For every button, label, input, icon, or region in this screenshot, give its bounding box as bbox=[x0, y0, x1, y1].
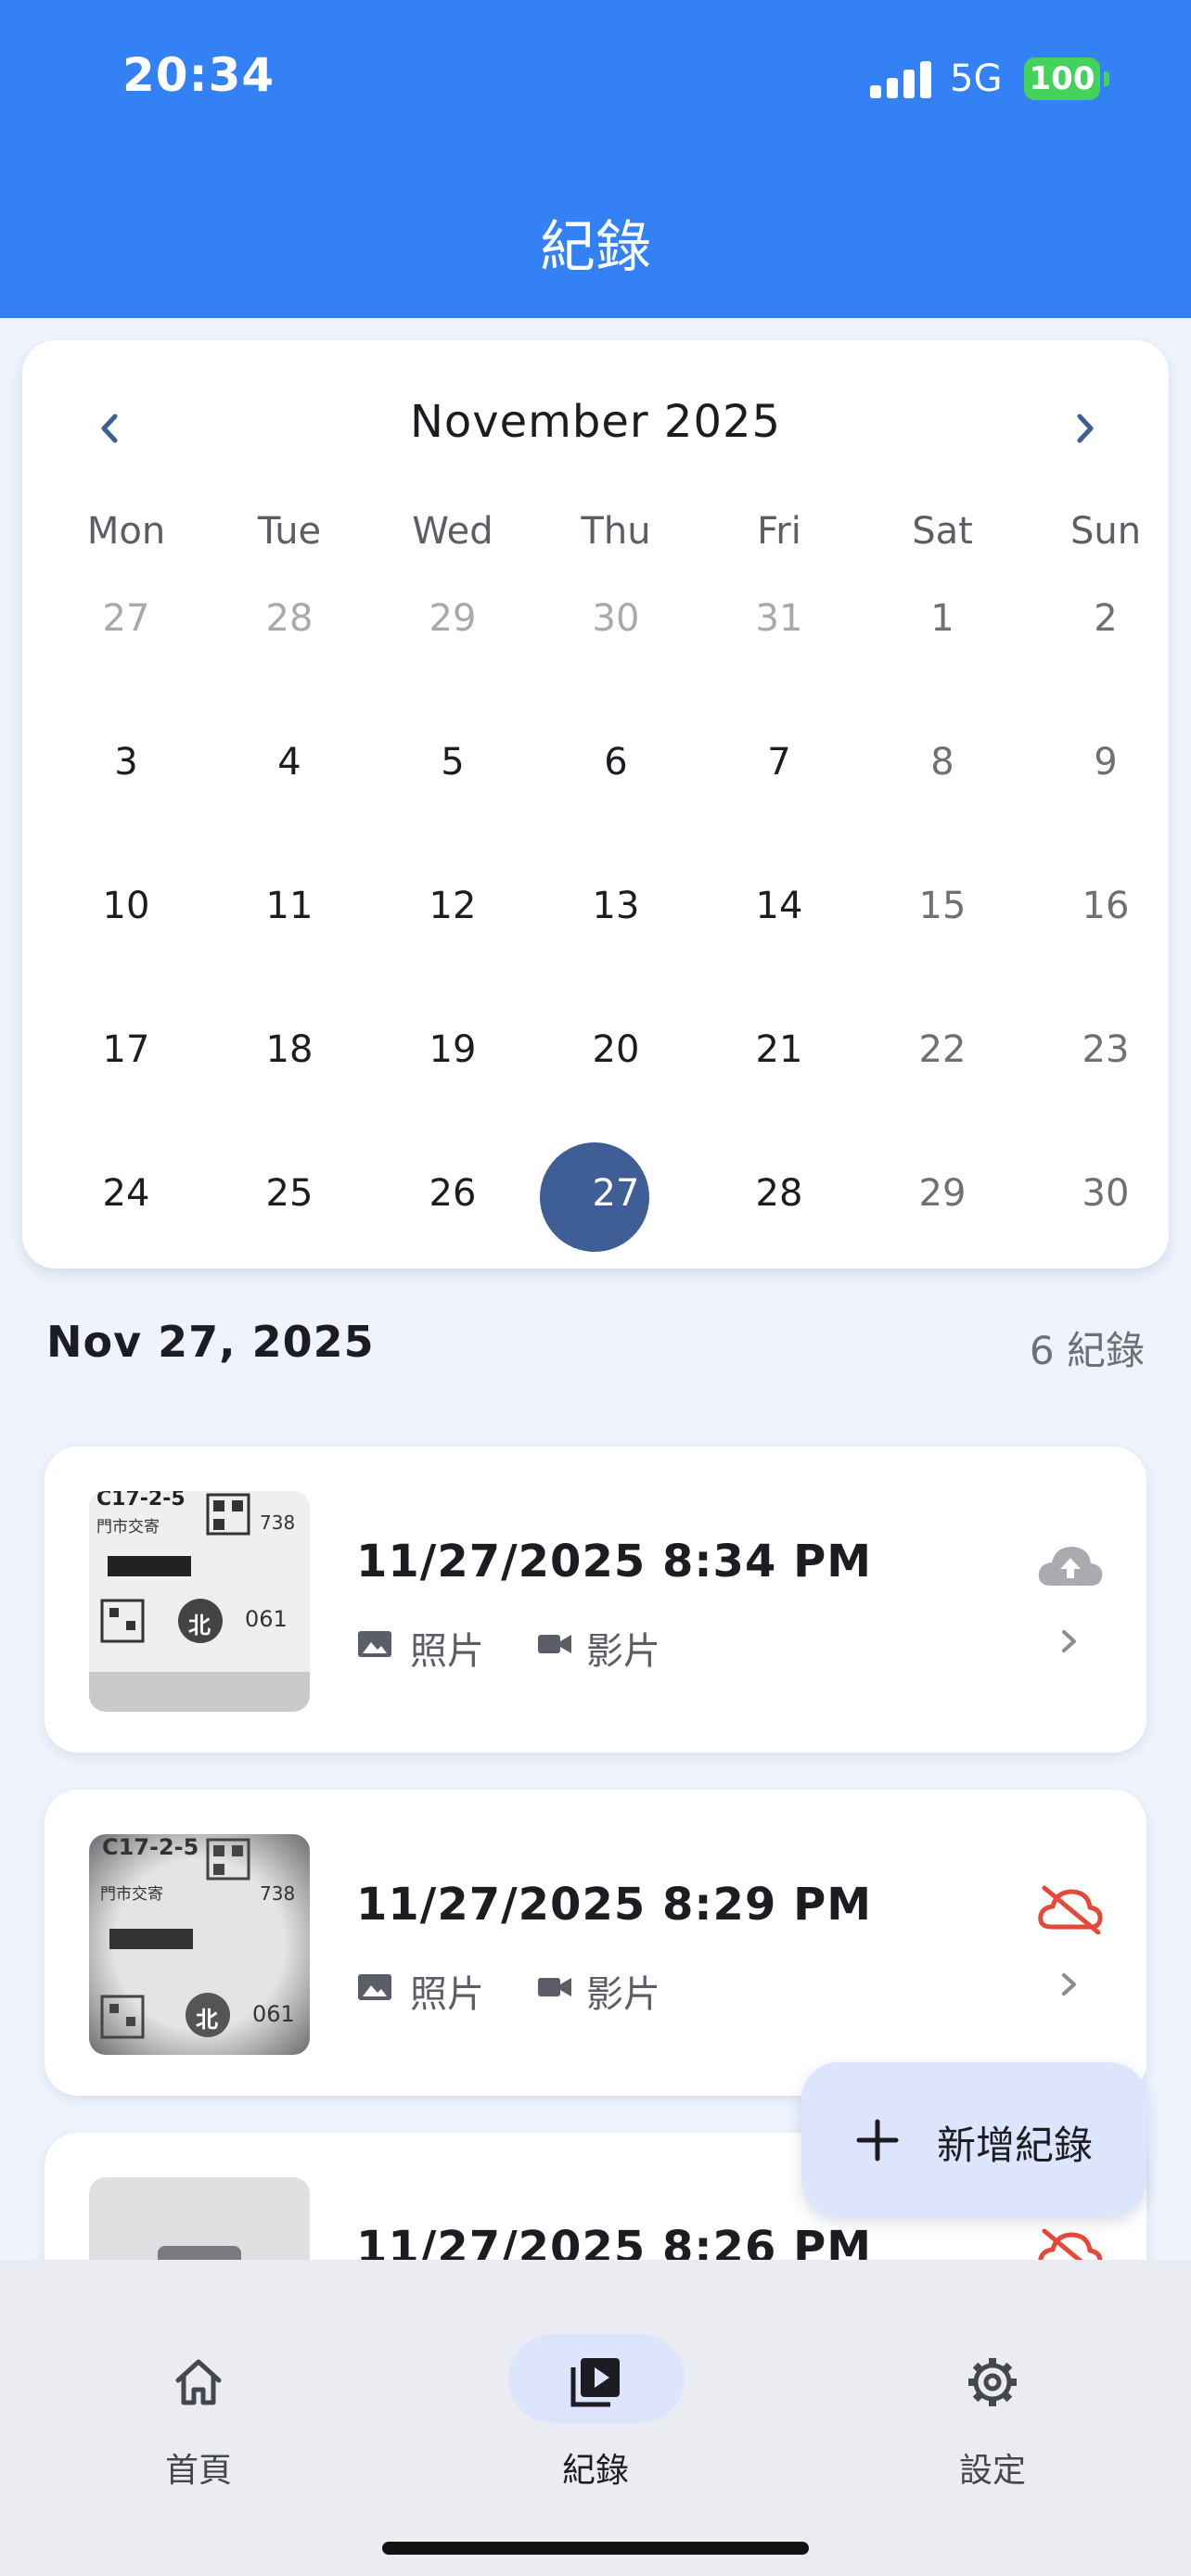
videocam-icon bbox=[538, 1978, 571, 1996]
calendar-day[interactable]: 9 bbox=[1024, 741, 1187, 784]
weekday-thu: Thu bbox=[581, 510, 651, 553]
calendar-day[interactable]: 11 bbox=[208, 885, 371, 927]
nav-settings[interactable]: 設定 bbox=[872, 2297, 1113, 2490]
calendar-day[interactable]: 29 bbox=[371, 597, 534, 640]
calendar: November 2025 Mon Tue Wed Thu Fri Sat Su… bbox=[22, 340, 1169, 1269]
calendar-day[interactable]: 28 bbox=[208, 597, 371, 640]
gear-icon bbox=[968, 2358, 1017, 2406]
calendar-day[interactable]: 10 bbox=[45, 885, 208, 927]
calendar-day[interactable]: 12 bbox=[371, 885, 534, 927]
calendar-day[interactable]: 24 bbox=[45, 1172, 208, 1215]
receipt-thumbnail: C17-2-5 門市交寄 738 北 061 bbox=[89, 1491, 310, 1712]
calendar-day[interactable]: 16 bbox=[1024, 885, 1187, 927]
calendar-day[interactable]: 7 bbox=[698, 741, 861, 784]
nav-records-label: 紀錄 bbox=[561, 2452, 629, 2490]
selected-date-heading: Nov 27, 2025 bbox=[46, 1317, 375, 1367]
nav-home[interactable]: 首頁 bbox=[78, 2297, 319, 2490]
calendar-day[interactable]: 21 bbox=[698, 1028, 861, 1071]
calendar-day[interactable]: 2 bbox=[1024, 597, 1187, 640]
chevron-right-icon[interactable] bbox=[1061, 405, 1108, 452]
receipt-store: 門市交寄 bbox=[100, 1885, 163, 1904]
receipt-code: C17-2-5 bbox=[102, 1834, 199, 1860]
calendar-day[interactable]: 1 bbox=[861, 597, 1024, 640]
nav-settings-label: 設定 bbox=[958, 2452, 1026, 2490]
image-icon bbox=[358, 1631, 391, 1657]
photo-label: 照片 bbox=[410, 1973, 484, 2016]
calendar-day[interactable]: 15 bbox=[861, 885, 1024, 927]
calendar-day[interactable]: 18 bbox=[208, 1028, 371, 1071]
calendar-day[interactable]: 26 bbox=[371, 1172, 534, 1215]
nav-records[interactable]: 紀錄 bbox=[475, 2297, 716, 2490]
record-time: 11/27/2025 8:34 PM bbox=[356, 1536, 873, 1588]
cloud-off-icon bbox=[1038, 1885, 1103, 1934]
plus-icon bbox=[856, 2119, 899, 2162]
calendar-day[interactable]: 4 bbox=[208, 741, 371, 784]
calendar-day[interactable]: 31 bbox=[698, 597, 861, 640]
weekday-sat: Sat bbox=[912, 510, 973, 553]
record-card[interactable]: C17-2-5 門市交寄 738 北 061 11/27/2025 8:29 P… bbox=[45, 1790, 1146, 2096]
status-time: 20:34 bbox=[122, 48, 275, 102]
receipt-code-suffix: 061 bbox=[252, 2001, 295, 2027]
video-library-icon bbox=[570, 2358, 620, 2407]
video-label: 影片 bbox=[586, 1630, 660, 1673]
calendar-day[interactable]: 8 bbox=[861, 741, 1024, 784]
battery-icon: 100 bbox=[1024, 57, 1100, 100]
record-count: 6 紀錄 bbox=[1029, 1328, 1145, 1373]
signal-icon bbox=[870, 61, 933, 98]
home-indicator bbox=[382, 2542, 809, 2555]
calendar-day[interactable]: 27 bbox=[45, 597, 208, 640]
add-record-button[interactable]: 新增紀錄 bbox=[801, 2062, 1146, 2216]
calendar-day[interactable]: 17 bbox=[45, 1028, 208, 1071]
month-label: November 2025 bbox=[409, 396, 782, 448]
calendar-day[interactable]: 6 bbox=[534, 741, 698, 784]
calendar-day[interactable]: 5 bbox=[371, 741, 534, 784]
receipt-thumbnail: C17-2-5 門市交寄 738 北 061 bbox=[89, 1834, 310, 2055]
network-type: 5G bbox=[950, 57, 1003, 100]
calendar-day[interactable]: 28 bbox=[698, 1172, 861, 1215]
weekday-sun: Sun bbox=[1069, 510, 1142, 553]
receipt-number: 738 bbox=[260, 1511, 296, 1534]
calendar-day[interactable]: 20 bbox=[534, 1028, 698, 1071]
chevron-right-icon[interactable] bbox=[1056, 1623, 1083, 1660]
calendar-day[interactable]: 19 bbox=[371, 1028, 534, 1071]
weekday-mon: Mon bbox=[86, 510, 166, 553]
receipt-region: 北 bbox=[188, 1613, 211, 1639]
home-icon bbox=[175, 2359, 222, 2405]
cloud-upload-icon bbox=[1038, 1547, 1103, 1586]
video-label: 影片 bbox=[586, 1973, 660, 2016]
battery-tip bbox=[1104, 71, 1109, 86]
receipt-store: 門市交寄 bbox=[96, 1518, 160, 1537]
receipt-region: 北 bbox=[196, 2007, 218, 2033]
receipt-code: C17-2-5 bbox=[96, 1491, 186, 1511]
weekday-tue: Tue bbox=[257, 510, 322, 553]
calendar-day[interactable]: 22 bbox=[861, 1028, 1024, 1071]
image-icon bbox=[358, 1974, 391, 2000]
record-card[interactable]: C17-2-5 門市交寄 738 北 061 11/27/2025 8:34 P… bbox=[45, 1447, 1146, 1753]
weekday-wed: Wed bbox=[412, 510, 493, 553]
calendar-day[interactable]: 29 bbox=[861, 1172, 1024, 1215]
videocam-icon bbox=[538, 1635, 571, 1653]
bottom-navigation: 首頁 紀錄 設定 bbox=[0, 2260, 1191, 2576]
receipt-number: 738 bbox=[260, 1882, 296, 1905]
calendar-day[interactable]: 30 bbox=[1024, 1172, 1187, 1215]
photo-label: 照片 bbox=[410, 1630, 484, 1673]
app-header: 20:34 5G 100 紀錄 bbox=[0, 0, 1191, 318]
calendar-day-selected[interactable]: 27 bbox=[534, 1172, 698, 1215]
receipt-code-suffix: 061 bbox=[245, 1606, 288, 1632]
calendar-day[interactable]: 13 bbox=[534, 885, 698, 927]
chevron-right-icon[interactable] bbox=[1056, 1966, 1083, 2003]
calendar-day[interactable]: 3 bbox=[45, 741, 208, 784]
calendar-day[interactable]: 30 bbox=[534, 597, 698, 640]
record-time: 11/27/2025 8:29 PM bbox=[356, 1879, 873, 1931]
calendar-day[interactable]: 25 bbox=[208, 1172, 371, 1215]
page-title: 紀錄 bbox=[540, 215, 651, 280]
nav-home-label: 首頁 bbox=[164, 2452, 232, 2490]
calendar-day[interactable]: 23 bbox=[1024, 1028, 1187, 1071]
calendar-day[interactable]: 14 bbox=[698, 885, 861, 927]
add-record-label: 新增紀錄 bbox=[937, 2123, 1094, 2168]
weekday-fri: Fri bbox=[757, 510, 801, 553]
